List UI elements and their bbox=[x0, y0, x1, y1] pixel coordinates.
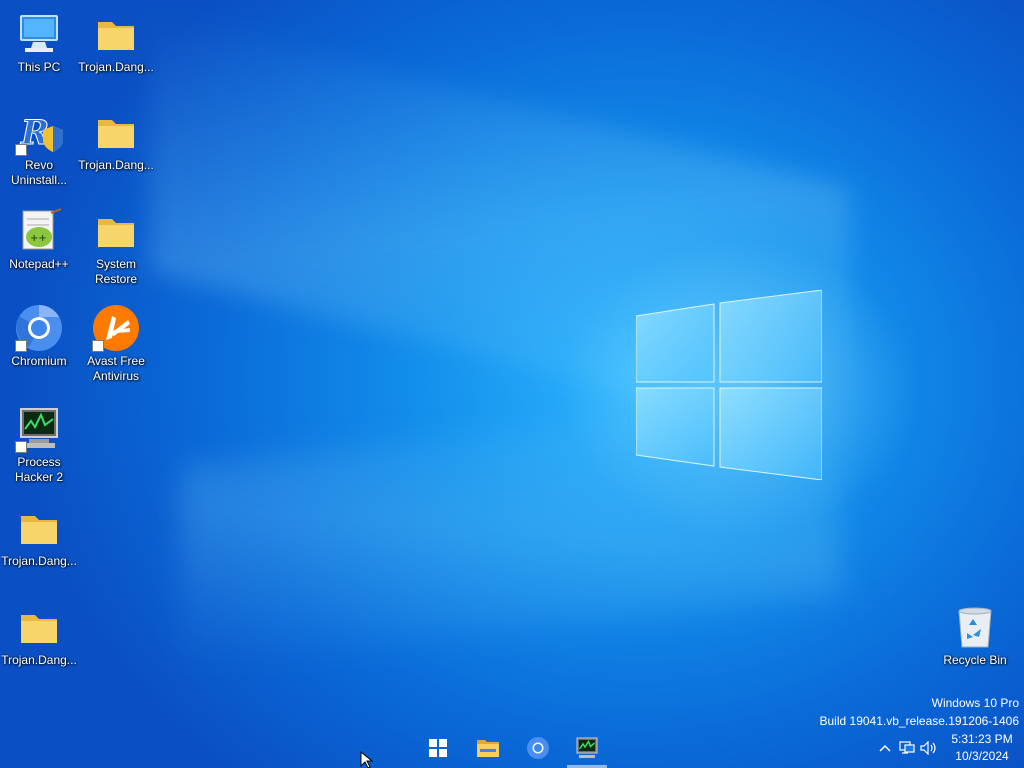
chevron-up-icon[interactable] bbox=[874, 728, 896, 768]
folder-icon bbox=[98, 22, 134, 50]
desktop-icon-label: Trojan.Dang... bbox=[1, 554, 77, 568]
folder-icon bbox=[98, 219, 134, 247]
start-button[interactable] bbox=[418, 728, 458, 768]
desktop-icon-chromium[interactable]: Chromium bbox=[1, 304, 77, 369]
clock-date: 10/3/2024 bbox=[955, 749, 1009, 763]
folder-icon bbox=[98, 120, 134, 148]
taskbar: 5:31:23 PM 10/3/2024 bbox=[0, 728, 1024, 768]
mouse-cursor-icon bbox=[360, 751, 374, 768]
network-icon[interactable] bbox=[896, 728, 918, 768]
desktop[interactable]: This PC Trojan.Dang... R Revo Uninstall.… bbox=[0, 0, 1024, 768]
desktop-icon-trojan-folder[interactable]: Trojan.Dang... bbox=[1, 603, 77, 668]
desktop-icon-trojan-folder[interactable]: Trojan.Dang... bbox=[1, 504, 77, 569]
desktop-icon-label: Notepad++ bbox=[9, 257, 69, 271]
taskbar-clock[interactable]: 5:31:23 PM 10/3/2024 bbox=[940, 731, 1024, 765]
desktop-icon-label: Avast Free Antivirus bbox=[87, 354, 145, 383]
desktop-icon-label: Revo Uninstall... bbox=[10, 158, 68, 187]
desktop-icon-this-pc[interactable]: This PC bbox=[1, 10, 77, 75]
notepad-plus-plus-icon: ++ bbox=[22, 208, 62, 250]
windows-build-watermark: Windows 10 Pro Build 19041.vb_release.19… bbox=[820, 694, 1020, 730]
desktop-icon-recycle-bin[interactable]: Recycle Bin bbox=[937, 603, 1013, 668]
clock-time: 5:31:23 PM bbox=[951, 732, 1013, 746]
recycle-bin-icon bbox=[958, 607, 992, 648]
shortcut-arrow-icon bbox=[15, 340, 27, 352]
desktop-icon-process-hacker[interactable]: Process Hacker 2 bbox=[1, 405, 77, 485]
desktop-icon-label: Chromium bbox=[11, 354, 67, 368]
shortcut-arrow-icon bbox=[15, 441, 27, 453]
computer-icon bbox=[20, 15, 58, 52]
shortcut-arrow-icon bbox=[92, 340, 104, 352]
process-hacker-icon bbox=[576, 737, 598, 758]
desktop-icon-label: Recycle Bin bbox=[943, 653, 1007, 667]
desktop-icon-notepad-plus-plus[interactable]: ++ Notepad++ bbox=[1, 207, 77, 272]
folder-icon bbox=[21, 615, 57, 643]
windows-start-icon bbox=[429, 739, 447, 757]
folder-icon bbox=[477, 740, 499, 757]
shortcut-arrow-icon bbox=[15, 144, 27, 156]
desktop-icon-label: Process Hacker 2 bbox=[14, 455, 64, 484]
chromium-icon bbox=[527, 737, 549, 759]
windows-wallpaper-logo bbox=[636, 290, 822, 480]
desktop-icon-label: System Restore bbox=[94, 257, 138, 286]
taskbar-file-explorer-button[interactable] bbox=[468, 728, 508, 768]
taskbar-process-hacker-button[interactable] bbox=[567, 728, 607, 768]
desktop-icon-trojan-folder[interactable]: Trojan.Dang... bbox=[78, 10, 154, 75]
windows-edition-text: Windows 10 Pro bbox=[931, 696, 1019, 710]
folder-icon bbox=[21, 516, 57, 544]
desktop-icon-label: Trojan.Dang... bbox=[1, 653, 77, 667]
desktop-icon-label: Trojan.Dang... bbox=[78, 60, 154, 74]
system-tray: 5:31:23 PM 10/3/2024 bbox=[874, 728, 1024, 768]
taskbar-chromium-button[interactable] bbox=[518, 728, 558, 768]
volume-icon[interactable] bbox=[918, 728, 940, 768]
desktop-icon-label: Trojan.Dang... bbox=[78, 158, 154, 172]
svg-text:++: ++ bbox=[30, 233, 47, 244]
desktop-icon-label: This PC bbox=[17, 60, 61, 74]
desktop-icon-system-restore[interactable]: System Restore bbox=[78, 207, 154, 287]
desktop-icon-avast[interactable]: Avast Free Antivirus bbox=[78, 304, 154, 384]
desktop-icon-trojan-folder[interactable]: Trojan.Dang... bbox=[78, 108, 154, 173]
desktop-icon-revo-uninstaller[interactable]: R Revo Uninstall... bbox=[1, 108, 77, 188]
